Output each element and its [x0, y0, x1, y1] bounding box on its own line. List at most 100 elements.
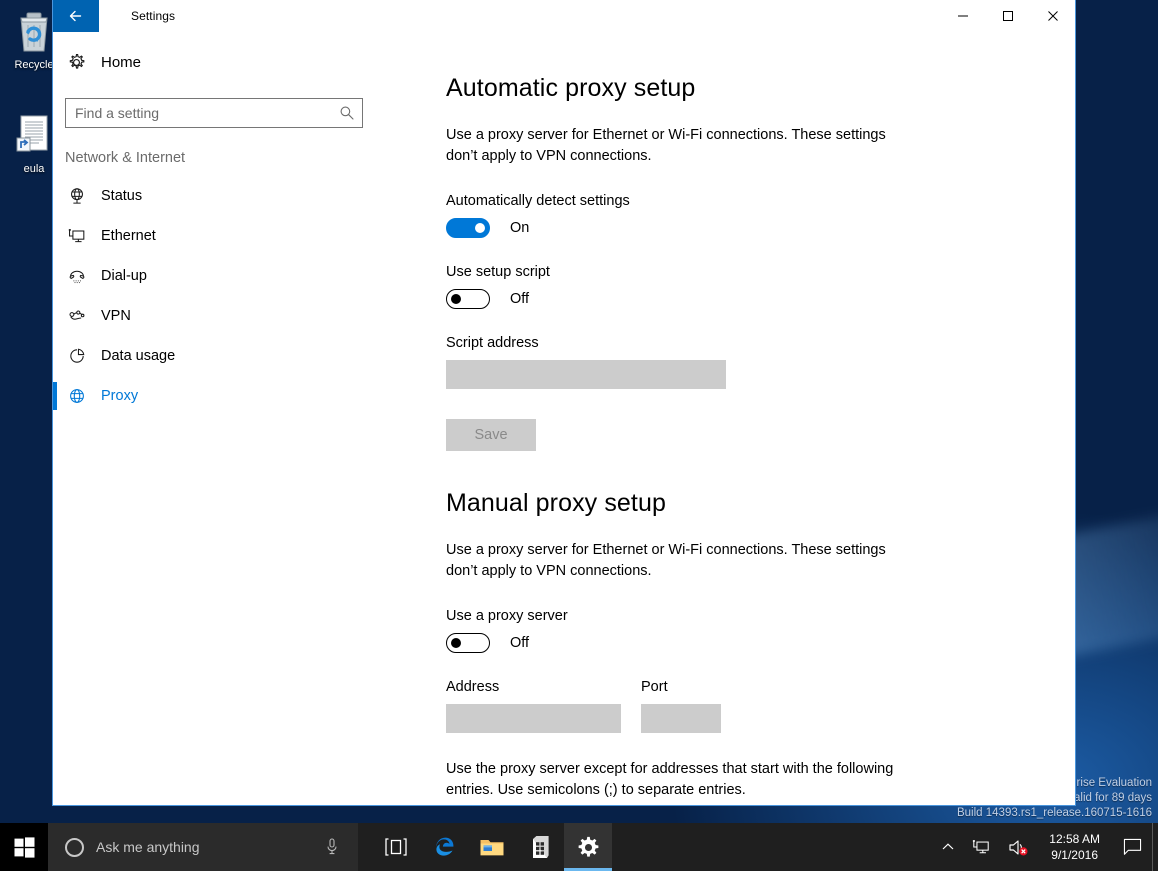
use-proxy-toggle-row: Off [446, 633, 1075, 653]
notification-icon [1123, 838, 1142, 856]
network-tray-icon[interactable] [963, 823, 999, 871]
pie-chart-icon [65, 346, 101, 366]
cortana-search-box[interactable]: Ask me anything [48, 823, 358, 871]
manual-description: Use a proxy server for Ethernet or Wi-Fi… [446, 540, 898, 582]
auto-detect-toggle[interactable] [446, 218, 490, 238]
start-button[interactable] [0, 823, 48, 871]
setup-script-state: Off [510, 291, 529, 307]
toggle-knob [475, 223, 485, 233]
edge-icon [431, 834, 457, 860]
sidebar-item-status[interactable]: Status [53, 176, 401, 216]
system-tray: 12:58 AM 9/1/2016 [933, 823, 1158, 871]
globe-status-icon [65, 186, 101, 206]
caption-buttons [940, 0, 1075, 32]
close-icon [1047, 10, 1059, 22]
clock-time: 12:58 AM [1049, 831, 1100, 847]
page-title: Automatic proxy setup [446, 74, 1075, 103]
action-center-button[interactable] [1112, 823, 1152, 871]
port-column: Port [641, 679, 721, 733]
folder-icon [479, 836, 505, 858]
window-titlebar: Settings [53, 0, 1075, 32]
settings-app-button[interactable] [564, 823, 612, 871]
minimize-icon [957, 10, 969, 22]
gear-icon [65, 53, 101, 72]
window-title: Settings [99, 0, 175, 32]
show-hidden-icons-button[interactable] [933, 823, 963, 871]
sidebar-item-label: Proxy [101, 388, 138, 404]
settings-content: Automatic proxy setup Use a proxy server… [401, 32, 1075, 805]
setup-script-toggle-row: Off [446, 289, 1075, 309]
clock-date: 9/1/2016 [1049, 847, 1100, 863]
address-column: Address [446, 679, 621, 733]
sidebar-item-label: Home [101, 54, 141, 71]
selection-indicator [53, 382, 57, 410]
sidebar-item-ethernet[interactable]: Ethernet [53, 216, 401, 256]
clock[interactable]: 12:58 AM 9/1/2016 [1037, 823, 1112, 871]
windows-logo-icon [14, 837, 35, 858]
automatic-proxy-section: Automatic proxy setup Use a proxy server… [446, 74, 1075, 451]
auto-detect-label: Automatically detect settings [446, 193, 1075, 209]
search-box[interactable] [65, 98, 363, 128]
vpn-icon [65, 306, 101, 326]
sidebar-item-label: Status [101, 188, 142, 204]
maximize-button[interactable] [985, 0, 1030, 32]
back-button[interactable] [53, 0, 99, 32]
toggle-knob [451, 638, 461, 648]
store-button[interactable] [516, 823, 564, 871]
script-address-label: Script address [446, 335, 1075, 351]
taskbar: Ask me anything [0, 823, 1158, 871]
search-wrapper [53, 90, 401, 132]
minimize-button[interactable] [940, 0, 985, 32]
ethernet-network-icon [971, 838, 991, 856]
search-input[interactable] [66, 99, 362, 127]
close-button[interactable] [1030, 0, 1075, 32]
use-proxy-label: Use a proxy server [446, 608, 1075, 624]
ethernet-icon [65, 226, 101, 246]
setup-script-label: Use setup script [446, 264, 1075, 280]
settings-window: Settings [52, 0, 1076, 806]
store-bag-icon [528, 834, 552, 860]
volume-tray-icon[interactable] [999, 823, 1037, 871]
sidebar-item-label: Dial-up [101, 268, 147, 284]
manual-proxy-title: Manual proxy setup [446, 489, 1075, 518]
edge-browser-button[interactable] [420, 823, 468, 871]
sidebar-item-label: Ethernet [101, 228, 156, 244]
manual-proxy-section: Manual proxy setup Use a proxy server fo… [446, 489, 1075, 805]
sidebar-item-home[interactable]: Home [53, 42, 401, 82]
sidebar-item-data-usage[interactable]: Data usage [53, 336, 401, 376]
task-view-button[interactable] [372, 823, 420, 871]
port-label: Port [641, 679, 721, 695]
cortana-circle-icon [65, 838, 84, 857]
save-button[interactable]: Save [446, 419, 536, 451]
address-label: Address [446, 679, 621, 695]
window-body: Home Network & Internet [53, 32, 1075, 805]
globe-icon [65, 386, 101, 406]
search-icon [339, 105, 355, 126]
chevron-up-icon [941, 840, 955, 854]
exceptions-description: Use the proxy server except for addresse… [446, 759, 898, 801]
show-desktop-button[interactable] [1152, 823, 1158, 871]
sidebar-item-proxy[interactable]: Proxy [53, 376, 401, 416]
watermark-line-3: Build 14393.rs1_release.160715-1616 [957, 806, 1152, 821]
file-explorer-button[interactable] [468, 823, 516, 871]
sidebar-category-title: Network & Internet [53, 132, 401, 176]
sidebar-item-vpn[interactable]: VPN [53, 296, 401, 336]
proxy-address-input[interactable] [446, 704, 621, 733]
sidebar-item-label: Data usage [101, 348, 175, 364]
sidebar-item-dial-up[interactable]: Dial-up [53, 256, 401, 296]
auto-detect-state: On [510, 220, 529, 236]
use-proxy-state: Off [510, 635, 529, 651]
gear-icon [577, 836, 600, 859]
script-address-input[interactable] [446, 360, 726, 389]
use-proxy-toggle[interactable] [446, 633, 490, 653]
dialup-icon [65, 266, 101, 286]
auto-detect-toggle-row: On [446, 218, 1075, 238]
automatic-description: Use a proxy server for Ethernet or Wi-Fi… [446, 125, 898, 167]
proxy-port-input[interactable] [641, 704, 721, 733]
microphone-icon[interactable] [324, 837, 340, 861]
sidebar-item-label: VPN [101, 308, 131, 324]
toggle-knob [451, 294, 461, 304]
task-view-icon [385, 838, 407, 856]
setup-script-toggle[interactable] [446, 289, 490, 309]
settings-sidebar: Home Network & Internet [53, 32, 401, 805]
